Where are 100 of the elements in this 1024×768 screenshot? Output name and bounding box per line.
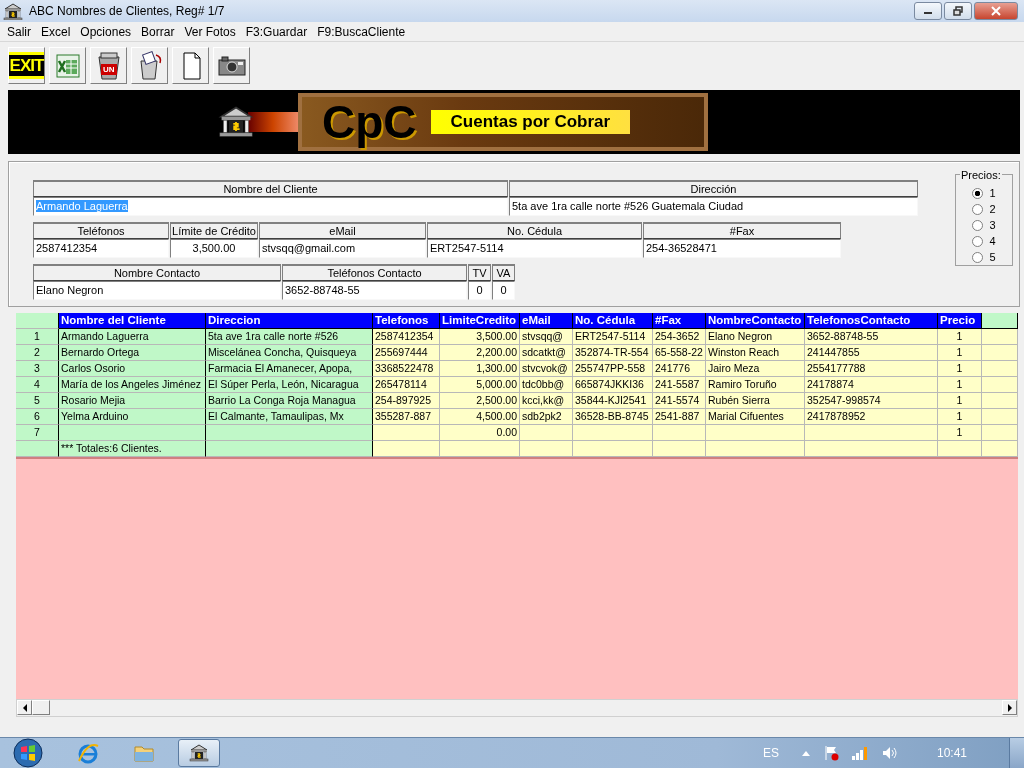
row-header[interactable]: 2 — [16, 345, 59, 361]
row-header[interactable]: 5 — [16, 393, 59, 409]
column-header[interactable]: No. Cédula — [573, 313, 653, 329]
column-header[interactable]: Precio — [938, 313, 982, 329]
scroll-thumb[interactable] — [32, 700, 50, 715]
scroll-right-button[interactable] — [1002, 700, 1017, 715]
banner-title: Cuentas por Cobrar — [430, 110, 631, 134]
table-cell: 1 — [938, 425, 982, 441]
input-field[interactable]: 3652-88748-55 — [282, 281, 467, 300]
taskbar-app-button[interactable] — [178, 739, 220, 767]
column-header[interactable]: LimiteCredito — [440, 313, 520, 329]
table-cell: stvcvok@ — [520, 361, 573, 377]
table-cell: 1 — [938, 361, 982, 377]
table-cell: ERT2547-5114 — [573, 329, 653, 345]
toolbar-button[interactable] — [213, 47, 250, 84]
radio-label[interactable]: 4 — [989, 235, 996, 247]
menu-item[interactable]: F9:BuscaCliente — [312, 24, 411, 39]
table-cell — [653, 425, 706, 441]
table-cell: 5ta ave 1ra calle norte #526 — [206, 329, 373, 345]
table-cell: 241776 — [653, 361, 706, 377]
close-button[interactable] — [974, 2, 1018, 20]
menu-item[interactable]: Opciones — [75, 24, 137, 39]
table-cell — [373, 425, 440, 441]
input-field[interactable]: 254-36528471 — [643, 239, 841, 258]
input-field[interactable]: stvsqq@gmail.com — [259, 239, 426, 258]
table-cell: 35844-KJI2541 — [573, 393, 653, 409]
table-cell — [373, 441, 440, 457]
table-cell: 24178874 — [805, 377, 938, 393]
input-field[interactable]: 3,500.00 — [170, 239, 258, 258]
radio-button[interactable] — [972, 203, 984, 215]
radio-button[interactable] — [972, 187, 984, 199]
table-cell: 3368522478 — [373, 361, 440, 377]
menu-item[interactable]: Excel — [36, 24, 76, 39]
menu-item[interactable]: Borrar — [136, 24, 180, 39]
field-label: No. Cédula — [427, 222, 642, 239]
input-field[interactable]: 0 — [468, 281, 491, 300]
right-arrow-icon — [1006, 703, 1013, 712]
column-header[interactable]: TelefonosContacto — [805, 313, 938, 329]
row-header[interactable]: 1 — [16, 329, 59, 345]
column-header[interactable]: Nombre del Cliente — [59, 313, 206, 329]
browser-icon[interactable] — [76, 741, 100, 765]
row-header[interactable]: 4 — [16, 377, 59, 393]
menu-item[interactable]: Ver Fotos — [179, 24, 241, 39]
table-cell: 2554177788 — [805, 361, 938, 377]
signal-icon[interactable] — [850, 745, 869, 761]
exit-button[interactable]: EXIT — [8, 47, 45, 84]
input-field[interactable]: 0 — [492, 281, 515, 300]
restore-button[interactable] — [944, 2, 972, 20]
column-header[interactable]: NombreContacto — [706, 313, 805, 329]
column-header[interactable]: eMail — [520, 313, 573, 329]
row-header[interactable] — [16, 441, 59, 457]
radio-button[interactable] — [972, 251, 984, 263]
table-cell: Marial Cifuentes — [706, 409, 805, 425]
table-cell: 352874-TR-554 — [573, 345, 653, 361]
row-header[interactable]: 3 — [16, 361, 59, 377]
column-header[interactable]: #Fax — [653, 313, 706, 329]
speaker-icon[interactable] — [880, 745, 899, 761]
scroll-left-button[interactable] — [17, 700, 32, 715]
table-cell: 254-897925 — [373, 393, 440, 409]
table-cell: Bernardo Ortega — [59, 345, 206, 361]
start-icon[interactable] — [10, 738, 46, 768]
table-cell: stvsqq@ — [520, 329, 573, 345]
table-cell: 241447855 — [805, 345, 938, 361]
toolbar-button[interactable] — [131, 47, 168, 84]
input-field[interactable]: 2587412354 — [33, 239, 169, 258]
column-header[interactable]: Telefonos — [373, 313, 440, 329]
table-cell: 36528-BB-8745 — [573, 409, 653, 425]
row-header[interactable]: 6 — [16, 409, 59, 425]
input-field[interactable]: 5ta ave 1ra calle norte #526 Guatemala Ciudad — [509, 197, 918, 216]
table-cell: 65-558-22 — [653, 345, 706, 361]
radio-button[interactable] — [972, 219, 984, 231]
table-cell: 0.00 — [440, 425, 520, 441]
field-label: Teléfonos Contacto — [282, 264, 467, 281]
toolbar-button[interactable] — [49, 47, 86, 84]
table-cell: Winston Reach — [706, 345, 805, 361]
radio-label[interactable]: 5 — [989, 251, 996, 263]
input-field[interactable]: Elano Negron — [33, 281, 281, 300]
table-cell: 1 — [938, 393, 982, 409]
show-desktop-button[interactable] — [1009, 738, 1024, 768]
table-cell — [520, 425, 573, 441]
logo-text: CpC — [322, 97, 417, 147]
radio-label[interactable]: 3 — [989, 219, 996, 231]
flag-icon[interactable] — [822, 745, 839, 761]
table-cell — [520, 441, 573, 457]
horizontal-scrollbar[interactable] — [16, 699, 1018, 717]
radio-label[interactable]: 2 — [989, 203, 996, 215]
radio-button[interactable] — [972, 235, 984, 247]
column-header[interactable] — [982, 313, 1018, 329]
row-header[interactable]: 7 — [16, 425, 59, 441]
spreadsheet-icon — [53, 51, 82, 80]
bank-icon — [189, 743, 209, 763]
trash-button[interactable]: UN — [90, 47, 127, 84]
menu-item[interactable]: Salir — [2, 24, 36, 39]
table-cell: Farmacia El Amanecer, Apopa, — [206, 361, 373, 377]
radio-label[interactable]: 1 — [989, 187, 996, 199]
menu-item[interactable]: F3:Guardar — [240, 24, 313, 39]
table-cell: Rubén Sierra — [706, 393, 805, 409]
input-field[interactable]: ERT2547-5114 — [427, 239, 642, 258]
column-header[interactable]: Direccion — [206, 313, 373, 329]
minimize-button[interactable] — [914, 2, 942, 20]
